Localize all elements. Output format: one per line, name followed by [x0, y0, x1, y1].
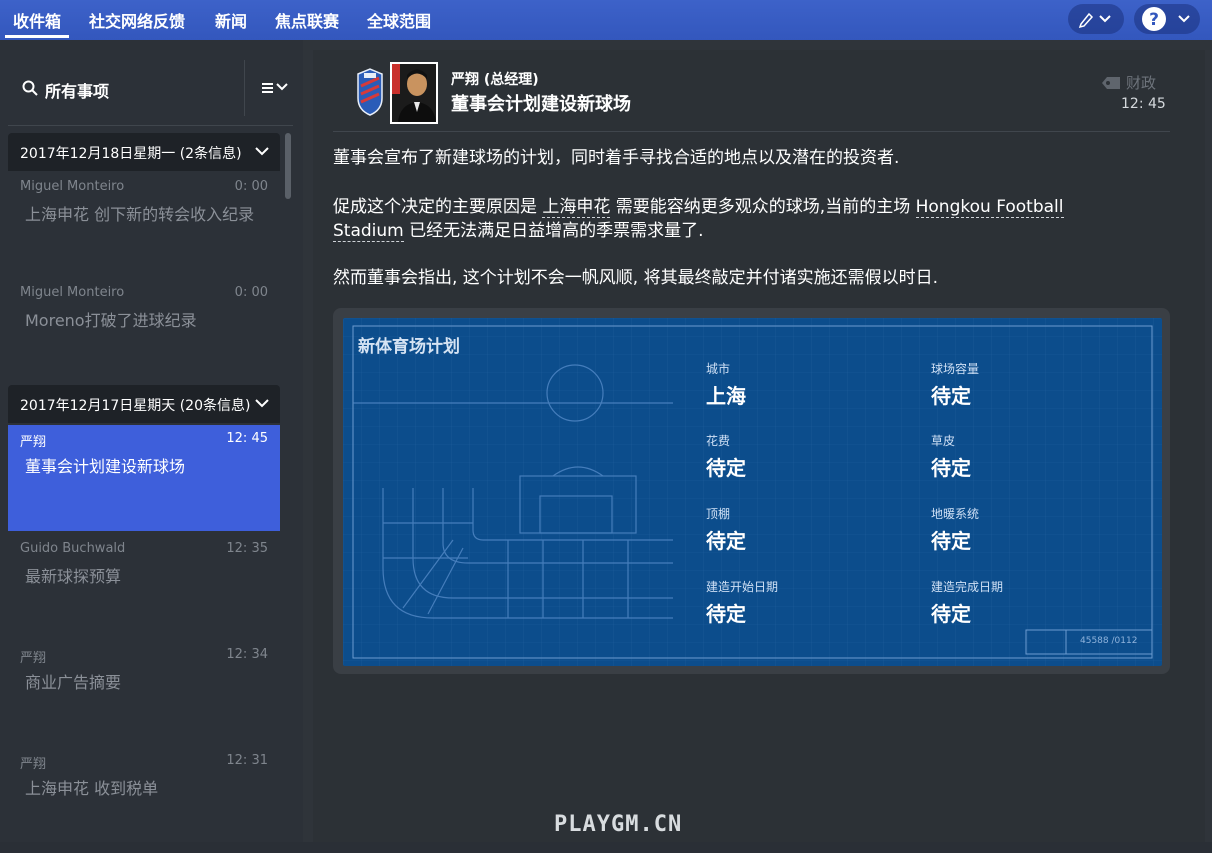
- field-value: 上海: [706, 384, 746, 408]
- divider: [8, 125, 293, 126]
- paragraph-text: 需要能容纳更多观众的球场,当前的主场: [610, 197, 916, 217]
- message-paragraph: 董事会宣布了新建球场的计划，同时着手寻找合适的地点以及潜在的投资者.: [333, 146, 899, 170]
- message-subject: Moreno打破了进球纪录: [25, 311, 197, 330]
- date-group-label: 2017年12月17日星期天 (20条信息): [20, 398, 251, 414]
- watermark-text: PLAYGM.CN: [554, 812, 683, 837]
- message-subject: 上海申花 创下新的转会收入纪录: [25, 205, 255, 224]
- message-sender: Miguel Monteiro: [20, 285, 125, 300]
- field-label: 花费: [706, 434, 731, 448]
- help-dropdown-button[interactable]: ?: [1134, 4, 1200, 34]
- message-time: 12: 45: [226, 431, 268, 446]
- field-label: 建造完成日期: [931, 580, 1004, 594]
- message-time: 12: 31: [226, 753, 268, 768]
- tab-social-feed[interactable]: 社交网络反馈: [89, 8, 185, 32]
- field-value: 待定: [931, 456, 971, 480]
- field-label: 建造开始日期: [706, 580, 779, 594]
- list-item[interactable]: Miguel Monteiro 0: 00 Moreno打破了进球纪录: [8, 279, 280, 385]
- field-value: 待定: [706, 602, 746, 626]
- message-paragraph: 促成这个决定的主要原因是 上海申花 需要能容纳更多观众的球场,当前的主场 Hon…: [333, 195, 1163, 243]
- message-sender: Miguel Monteiro: [20, 179, 125, 194]
- svg-text:?: ?: [1149, 10, 1159, 30]
- filter-label: 所有事项: [45, 82, 110, 101]
- date-group-label: 2017年12月18日星期一 (2条信息): [20, 146, 242, 162]
- category-label: 财政: [1126, 74, 1157, 92]
- divider: [333, 131, 1170, 132]
- stadium-link[interactable]: Hongkou Football: [915, 197, 1064, 218]
- message-sender: 严翔: [20, 757, 47, 772]
- message-sender: Guido Buchwald: [20, 541, 126, 556]
- list-item[interactable]: 严翔 12: 34 商业广告摘要: [8, 641, 280, 747]
- message-time: 12: 45: [1121, 96, 1166, 112]
- avatar[interactable]: [390, 62, 438, 124]
- field-label: 草皮: [931, 434, 956, 448]
- field-value: 待定: [931, 602, 971, 626]
- message-time: 12: 34: [226, 647, 268, 662]
- stadium-plan-title: 新体育场计划: [358, 337, 460, 357]
- tag-icon: [1102, 76, 1120, 89]
- club-badge-icon: [357, 68, 383, 116]
- search-icon: [22, 80, 38, 96]
- chevron-down-icon: [255, 399, 269, 408]
- drawing-stamp: 45588 /0112: [1080, 636, 1138, 646]
- pencil-icon: [1078, 12, 1111, 29]
- paragraph-text: 促成这个决定的主要原因是: [333, 197, 543, 217]
- tab-inbox[interactable]: 收件箱: [4, 8, 70, 38]
- top-nav-bar: 收件箱 社交网络反馈 新闻 焦点联赛 全球范围 ?: [0, 0, 1212, 40]
- message-subject-title: 董事会计划建设新球场: [451, 94, 631, 115]
- paragraph-text: 已经无法满足日益增高的季票需求量了.: [403, 221, 704, 241]
- field-label: 地暖系统: [931, 507, 980, 521]
- message-subject: 最新球探预算: [25, 567, 122, 586]
- tab-worldwide[interactable]: 全球范围: [367, 8, 431, 32]
- paragraph-text: 董事会宣布了新建球场的计划，同时着手寻找合适的地点以及潜在的投资者.: [333, 148, 900, 168]
- inbox-sidebar: 所有事项 2017年12月18日星期一 (2条信息) Miguel Montei…: [0, 40, 303, 842]
- category-tag: 财政: [1101, 72, 1156, 93]
- message-subject: 董事会计划建设新球场: [25, 457, 186, 476]
- divider: [244, 60, 245, 116]
- field-value: 待定: [931, 529, 971, 553]
- sender-name[interactable]: 严翔 (总经理): [451, 69, 539, 89]
- field-value: 待定: [706, 529, 746, 553]
- message-sender: 严翔: [20, 435, 47, 450]
- list-item[interactable]: Guido Buchwald 12: 35 最新球探预算: [8, 535, 280, 641]
- field-label: 球场容量: [931, 362, 980, 376]
- field-value: 待定: [706, 456, 746, 480]
- message-subject: 上海申花 收到税单: [25, 779, 159, 798]
- sort-menu-button[interactable]: [256, 74, 296, 102]
- chevron-down-icon: [255, 147, 269, 156]
- blueprint-panel: 新体育场计划 45588 /0112 城市 上海 球场容量 待定 花费 待定 草…: [343, 318, 1162, 666]
- date-group-header[interactable]: 2017年12月17日星期天 (20条信息): [8, 385, 280, 423]
- message-pane: 严翔 (总经理) 董事会计划建设新球场 财政 12: 45 董事会宣布了新建球场…: [303, 40, 1212, 842]
- message-panel: 严翔 (总经理) 董事会计划建设新球场 财政 12: 45 董事会宣布了新建球场…: [313, 50, 1205, 842]
- list-menu-icon: [262, 83, 288, 93]
- message-time: 0: 00: [234, 179, 268, 194]
- sidebar-scrollbar[interactable]: [285, 133, 291, 199]
- field-label: 城市: [706, 362, 731, 376]
- edit-dropdown-button[interactable]: [1068, 4, 1124, 34]
- club-link[interactable]: 上海申花: [542, 197, 611, 218]
- filter-bar: 所有事项: [8, 60, 293, 120]
- message-subject: 商业广告摘要: [25, 673, 122, 692]
- date-group-header[interactable]: 2017年12月18日星期一 (2条信息): [8, 133, 280, 171]
- list-item[interactable]: 严翔 12: 31 上海申花 收到税单: [8, 747, 280, 853]
- blueprint-drawing-icon: [343, 318, 1162, 666]
- list-item-selected[interactable]: 严翔 12: 45 董事会计划建设新球场: [8, 425, 280, 531]
- message-paragraph: 然而董事会指出, 这个计划不会一帆风顺, 将其最终敲定并付诸实施还需假以时日.: [333, 266, 938, 290]
- stadium-plan-card: 新体育场计划 45588 /0112 城市 上海 球场容量 待定 花费 待定 草…: [333, 308, 1170, 674]
- person-photo-icon: [392, 64, 436, 122]
- field-label: 顶棚: [706, 507, 731, 521]
- field-value: 待定: [931, 384, 971, 408]
- tab-focus-leagues[interactable]: 焦点联赛: [275, 8, 339, 32]
- message-time: 0: 00: [234, 285, 268, 300]
- list-item[interactable]: Miguel Monteiro 0: 00 上海申花 创下新的转会收入纪录: [8, 173, 280, 279]
- paragraph-text: 然而董事会指出, 这个计划不会一帆风顺, 将其最终敲定并付诸实施还需假以时日.: [333, 268, 939, 288]
- message-time: 12: 35: [226, 541, 268, 556]
- filter-dropdown[interactable]: 所有事项: [8, 60, 243, 116]
- message-sender: 严翔: [20, 651, 47, 666]
- stadium-link[interactable]: Stadium: [333, 221, 404, 242]
- help-icon: ?: [1142, 7, 1190, 31]
- tab-news[interactable]: 新闻: [215, 8, 247, 32]
